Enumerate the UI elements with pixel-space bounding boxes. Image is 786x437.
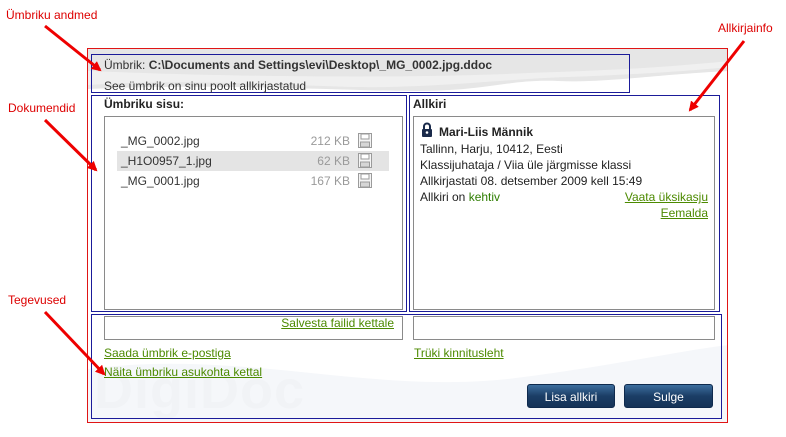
arrow-actions xyxy=(43,310,106,376)
arrow-envelope-data xyxy=(44,24,102,72)
annotation-arrows xyxy=(43,24,746,376)
arrow-signature-info xyxy=(688,40,746,112)
arrow-documents xyxy=(43,118,98,172)
